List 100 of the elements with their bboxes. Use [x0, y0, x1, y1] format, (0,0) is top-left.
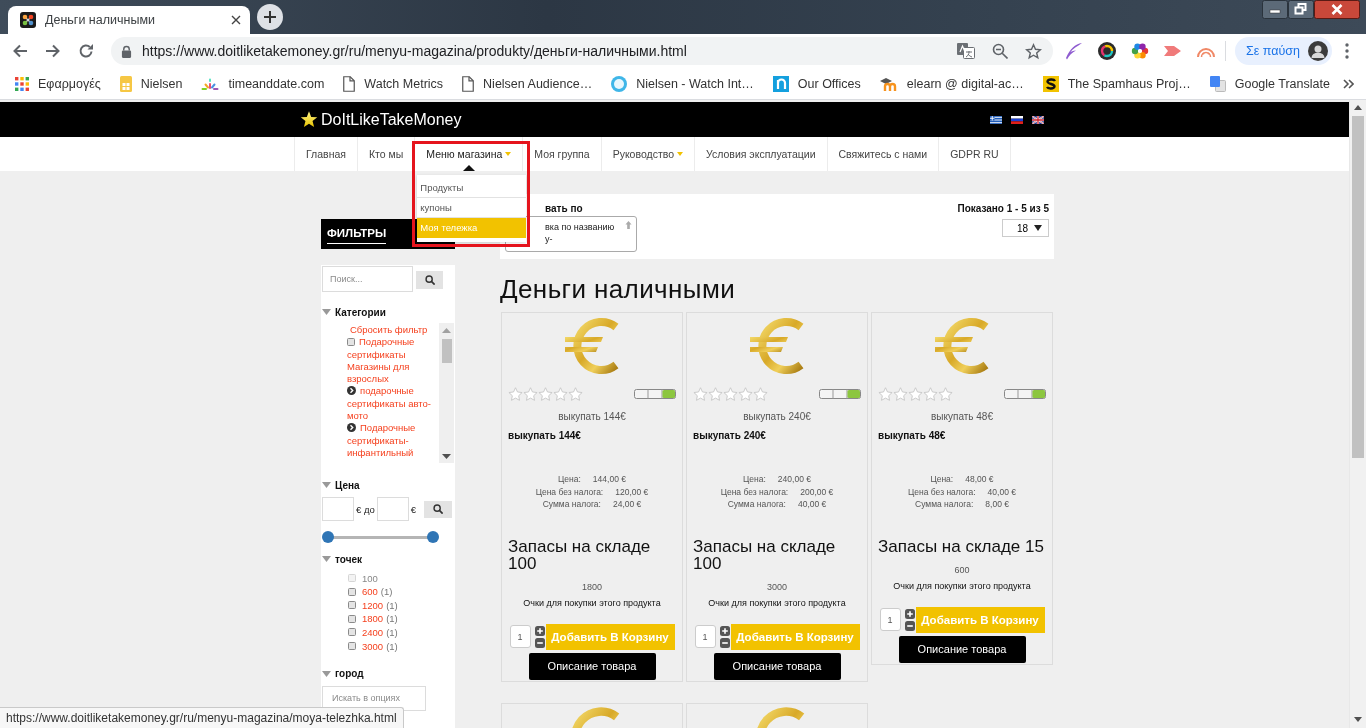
star-icon[interactable]: [538, 386, 553, 402]
product-details-button[interactable]: Описание товара: [528, 652, 656, 680]
url-text[interactable]: https://www.doitliketakemoney.gr/ru/menyu-magazina/produkty/деньги-наличными.html: [142, 43, 687, 59]
scrollbar-thumb[interactable]: [441, 339, 452, 363]
star-icon[interactable]: [938, 386, 953, 402]
star-icon[interactable]: [878, 386, 893, 402]
more-menu-icon[interactable]: [1344, 43, 1349, 59]
tag-icon[interactable]: [1164, 44, 1182, 58]
checkbox-icon[interactable]: [348, 628, 356, 637]
scrollbar-thumb[interactable]: [1352, 116, 1364, 458]
star-icon[interactable]: [508, 386, 523, 402]
category-link[interactable]: подарочные сертификаты авто-мото: [347, 385, 437, 423]
minimize-icon[interactable]: [1262, 0, 1288, 19]
bookmark-link[interactable]: Nielsen - Watch Int…: [605, 75, 760, 92]
nav-link[interactable]: Свяжитесь с нами: [838, 148, 928, 160]
translate-icon[interactable]: [957, 43, 975, 59]
star-icon[interactable]: [523, 386, 538, 402]
plus-icon[interactable]: [534, 625, 545, 636]
star-icon[interactable]: [738, 386, 753, 402]
product-details-button[interactable]: Описание товара: [898, 635, 1026, 663]
color-wheel-icon[interactable]: [1131, 42, 1149, 60]
forward-icon[interactable]: [45, 43, 61, 59]
arrow-circle-icon[interactable]: [347, 423, 356, 433]
star-icon[interactable]: [693, 386, 708, 402]
bookmark-link[interactable]: Nielsen: [113, 75, 189, 92]
star-icon[interactable]: [923, 386, 938, 402]
minus-icon[interactable]: [904, 620, 915, 631]
star-icon[interactable]: [553, 386, 568, 402]
star-icon[interactable]: [708, 386, 723, 402]
bookmark-link[interactable]: Watch Metrics: [337, 75, 450, 92]
address-bar[interactable]: https://www.doitliketakemoney.gr/ru/menyu-magazina/produkty/деньги-наличными.html: [111, 37, 1053, 65]
category-link[interactable]: Подарочные сертификаты-инфантильный: [347, 422, 437, 460]
filter-option[interactable]: 600: [362, 586, 378, 598]
quantity-field[interactable]: 1: [879, 608, 901, 631]
bookmark-link[interactable]: elearn @ digital-ac…: [873, 76, 1030, 91]
checkbox-icon[interactable]: [348, 601, 356, 610]
star-rating[interactable]: [508, 386, 583, 402]
bookmark-link[interactable]: Google Translate: [1203, 75, 1336, 92]
bookmark-link[interactable]: Nielsen Audience…: [456, 75, 599, 92]
star-icon[interactable]: [753, 386, 768, 402]
reload-icon[interactable]: [78, 43, 94, 59]
browser-tab[interactable]: Деньги наличными: [8, 6, 250, 34]
nav-link[interactable]: Кто мы: [368, 148, 404, 160]
star-rating[interactable]: [693, 386, 768, 402]
nav-link[interactable]: Меню магазина: [426, 148, 512, 160]
triangle-down-icon[interactable]: [322, 556, 331, 563]
bookmark-link[interactable]: The Spamhaus Proj…: [1036, 75, 1197, 92]
plus-icon[interactable]: [719, 625, 730, 636]
star-icon[interactable]: [893, 386, 908, 402]
quantity-field[interactable]: 1: [694, 625, 716, 648]
filter-option[interactable]: 1200: [362, 599, 384, 611]
flag-icon[interactable]: [1011, 115, 1023, 124]
checkbox-icon[interactable]: [348, 642, 356, 651]
price-max-field[interactable]: [376, 497, 409, 522]
zoom-out-icon[interactable]: [992, 43, 1008, 59]
per-page-select[interactable]: 18: [1002, 219, 1049, 237]
scroll-down-icon[interactable]: [442, 454, 451, 460]
minus-icon[interactable]: [719, 637, 730, 648]
quantity-field[interactable]: 1: [509, 625, 531, 648]
star-icon[interactable]: [1025, 42, 1042, 60]
profile-button[interactable]: Σε παύση: [1235, 37, 1332, 65]
triangle-down-icon[interactable]: [322, 309, 331, 315]
chevron-icon[interactable]: [1342, 78, 1354, 89]
checkbox-icon[interactable]: [348, 614, 356, 623]
ring-icon[interactable]: [1098, 42, 1116, 60]
site-logo[interactable]: DoItLikeTakeMoney: [321, 110, 462, 129]
flag-icon[interactable]: [1032, 115, 1044, 124]
slider-handle[interactable]: [427, 531, 439, 544]
product-details-button[interactable]: Описание товара: [713, 652, 841, 680]
reset-filter-link[interactable]: Сбросить фильтр: [350, 324, 428, 335]
new-tab-icon[interactable]: [257, 4, 283, 30]
slider-handle[interactable]: [322, 531, 334, 544]
triangle-down-icon[interactable]: [322, 670, 331, 677]
checkbox-icon[interactable]: [348, 587, 356, 596]
minus-icon[interactable]: [534, 637, 545, 648]
nav-link[interactable]: Главная: [306, 148, 346, 160]
triangle-down-icon[interactable]: [322, 482, 331, 489]
bookmark-link[interactable]: timeanddate.com: [195, 76, 331, 91]
search-field[interactable]: Поиск...: [322, 266, 413, 292]
restore-icon[interactable]: [1288, 0, 1314, 19]
star-icon[interactable]: [723, 386, 738, 402]
arrow-circle-icon[interactable]: [347, 386, 356, 396]
bookmark-link[interactable]: Εφαρμογές: [9, 76, 107, 91]
filter-option[interactable]: 3000: [362, 640, 384, 652]
scroll-down-icon[interactable]: [1354, 717, 1362, 722]
scroll-up-icon[interactable]: [1354, 105, 1362, 110]
checkbox-icon[interactable]: [347, 338, 355, 347]
close-icon[interactable]: [1314, 0, 1360, 19]
back-icon[interactable]: [12, 43, 28, 59]
nav-link[interactable]: Моя группа: [534, 148, 590, 160]
nav-link[interactable]: Условия эксплуатации: [706, 148, 816, 160]
search-button[interactable]: [416, 271, 443, 289]
star-rating[interactable]: [878, 386, 953, 402]
price-min-field[interactable]: [322, 497, 354, 522]
filter-option[interactable]: 1800: [362, 613, 384, 625]
plus-icon[interactable]: [904, 608, 915, 619]
star-icon[interactable]: [568, 386, 583, 402]
menu-item[interactable]: купоны: [417, 198, 527, 218]
star-icon[interactable]: [908, 386, 923, 402]
bookmark-link[interactable]: Our Offices: [766, 75, 867, 92]
